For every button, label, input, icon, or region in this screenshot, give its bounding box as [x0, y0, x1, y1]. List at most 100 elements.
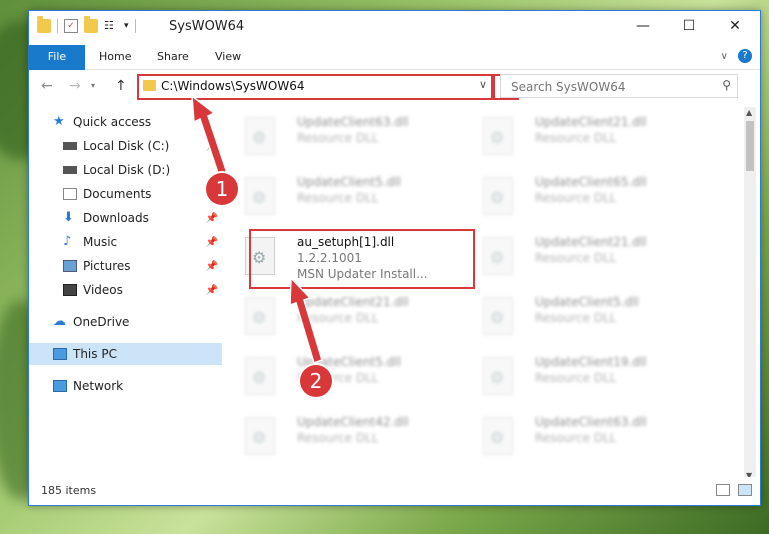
sidebar-item-onedrive[interactable]: ☁ OneDrive	[29, 311, 222, 333]
tab-share[interactable]: Share	[157, 45, 189, 69]
dll-file-icon: ⚙	[483, 357, 513, 395]
drive-icon	[63, 166, 77, 174]
sidebar-item-label: This PC	[73, 347, 117, 361]
details-view-icon[interactable]	[716, 484, 730, 496]
pin-icon[interactable]: 📌	[206, 141, 218, 152]
chevron-down-icon[interactable]: ∨	[721, 51, 728, 62]
maximize-button[interactable]: ☐	[666, 11, 712, 41]
file-item[interactable]: ⚙ UpdateClient21.dll Resource DLL	[465, 231, 695, 283]
file-item[interactable]: ⚙ UpdateClient5.dll Resource DLL	[465, 291, 695, 343]
dll-file-icon: ⚙	[483, 417, 513, 455]
status-bar: 185 items	[29, 477, 760, 505]
title-bar: ✓ ☷ ▾ SysWOW64 — ☐ ✕	[29, 11, 760, 45]
vertical-scrollbar[interactable]: ▲ ▼	[744, 107, 756, 481]
file-item[interactable]: ⚙ UpdateClient5.dll Resource DLL	[227, 171, 457, 223]
file-item[interactable]: ⚙ UpdateClient21.dll Resource DLL	[227, 291, 457, 343]
back-button[interactable]: ←	[41, 78, 53, 94]
sidebar-item-pictures[interactable]: Pictures 📌	[29, 255, 222, 277]
chevron-down-icon[interactable]: ▾	[124, 21, 129, 31]
sidebar-item-label: Downloads	[83, 211, 149, 225]
dll-file-icon: ⚙	[483, 297, 513, 335]
scrollbar-thumb[interactable]	[746, 121, 754, 171]
gear-icon: ⚙	[252, 308, 267, 327]
file-item[interactable]: ⚙ UpdateClient63.dll Resource DLL	[465, 411, 695, 463]
recent-locations-icon[interactable]: ▾	[91, 81, 95, 90]
file-type: Resource DLL	[535, 251, 617, 265]
computer-icon	[53, 348, 67, 360]
address-path: C:\Windows\SysWOW64	[161, 79, 305, 93]
search-icon[interactable]: ⚲	[722, 78, 731, 92]
sidebar-item-quick-access[interactable]: ★ Quick access	[29, 111, 222, 133]
network-icon	[53, 380, 67, 392]
file-item[interactable]: ⚙ UpdateClient5.dll Resource DLL	[227, 351, 457, 403]
file-name: UpdateClient63.dll	[297, 115, 409, 129]
gear-icon: ⚙	[490, 248, 505, 267]
sidebar-item-local-disk-c[interactable]: Local Disk (C:) 📌	[29, 135, 222, 157]
step-1-badge: 1	[206, 173, 238, 205]
divider	[134, 19, 136, 33]
gear-icon: ⚙	[252, 128, 267, 147]
folder-icon	[143, 80, 156, 91]
up-button[interactable]: ↑	[115, 78, 127, 94]
sidebar-item-music[interactable]: ♪ Music 📌	[29, 231, 222, 253]
file-name: UpdateClient21.dll	[297, 295, 409, 309]
help-icon[interactable]: ?	[738, 49, 752, 63]
file-item[interactable]: ⚙ UpdateClient42.dll Resource DLL	[227, 411, 457, 463]
chevron-down-icon[interactable]: ∨	[479, 78, 487, 91]
window-title: SysWOW64	[169, 19, 245, 34]
sidebar-item-documents[interactable]: Documents	[29, 183, 222, 205]
address-bar[interactable]: C:\Windows\SysWOW64 ∨	[137, 74, 493, 100]
minimize-button[interactable]: —	[620, 11, 666, 41]
forward-button[interactable]: →	[69, 78, 81, 94]
file-type: Resource DLL	[535, 191, 617, 205]
file-type: Resource DLL	[297, 131, 379, 145]
close-button[interactable]: ✕	[712, 11, 758, 41]
pin-icon[interactable]: 📌	[206, 261, 218, 272]
file-name: UpdateClient19.dll	[535, 355, 647, 369]
sidebar-item-network[interactable]: Network	[29, 375, 222, 397]
pin-icon[interactable]: 📌	[206, 285, 218, 296]
scroll-up-icon[interactable]: ▲	[746, 108, 752, 117]
file-item[interactable]: ⚙ UpdateClient63.dll Resource DLL	[227, 111, 457, 163]
customize-icon[interactable]: ☷	[104, 19, 118, 33]
dll-file-icon: ⚙	[245, 177, 275, 215]
file-name: UpdateClient21.dll	[535, 235, 647, 249]
sidebar-item-label: Network	[73, 379, 124, 393]
gear-icon: ⚙	[490, 368, 505, 387]
item-count: 185 items	[41, 484, 97, 497]
large-icons-view-icon[interactable]	[738, 484, 752, 496]
search-box[interactable]: ⚲	[500, 74, 738, 98]
dll-file-icon: ⚙	[245, 297, 275, 335]
file-name: UpdateClient5.dll	[297, 175, 401, 189]
properties-icon[interactable]: ✓	[64, 19, 78, 33]
music-icon: ♪	[63, 234, 72, 249]
tab-home[interactable]: Home	[99, 45, 131, 69]
drive-icon	[63, 142, 77, 150]
new-folder-icon[interactable]	[84, 16, 98, 33]
sidebar-item-videos[interactable]: Videos 📌	[29, 279, 222, 301]
tab-view[interactable]: View	[215, 45, 241, 69]
ribbon-tabs: File Home Share View ∨ ?	[29, 45, 760, 97]
file-name: UpdateClient65.dll	[535, 175, 647, 189]
file-type: Resource DLL	[535, 311, 617, 325]
divider	[57, 19, 58, 33]
file-name: UpdateClient63.dll	[535, 415, 647, 429]
step-2-badge: 2	[300, 365, 332, 397]
file-type: Resource DLL	[297, 191, 379, 205]
cloud-icon: ☁	[53, 314, 66, 329]
gear-icon: ⚙	[490, 308, 505, 327]
file-highlight-box	[249, 229, 475, 289]
pin-icon[interactable]: 📌	[206, 213, 218, 224]
sidebar-item-downloads[interactable]: ⬇ Downloads 📌	[29, 207, 222, 229]
sidebar-item-this-pc[interactable]: This PC	[29, 343, 222, 365]
dll-file-icon: ⚙	[245, 417, 275, 455]
file-item[interactable]: ⚙ UpdateClient21.dll Resource DLL	[465, 111, 695, 163]
search-input[interactable]	[509, 77, 713, 97]
file-item[interactable]: ⚙ UpdateClient19.dll Resource DLL	[465, 351, 695, 403]
sidebar-item-local-disk-d[interactable]: Local Disk (D:)	[29, 159, 222, 181]
file-item[interactable]: ⚙ UpdateClient65.dll Resource DLL	[465, 171, 695, 223]
sidebar-item-label: Local Disk (C:)	[83, 139, 170, 153]
pin-icon[interactable]: 📌	[206, 237, 218, 248]
folder-icon[interactable]	[37, 16, 51, 33]
file-name: UpdateClient42.dll	[297, 415, 409, 429]
